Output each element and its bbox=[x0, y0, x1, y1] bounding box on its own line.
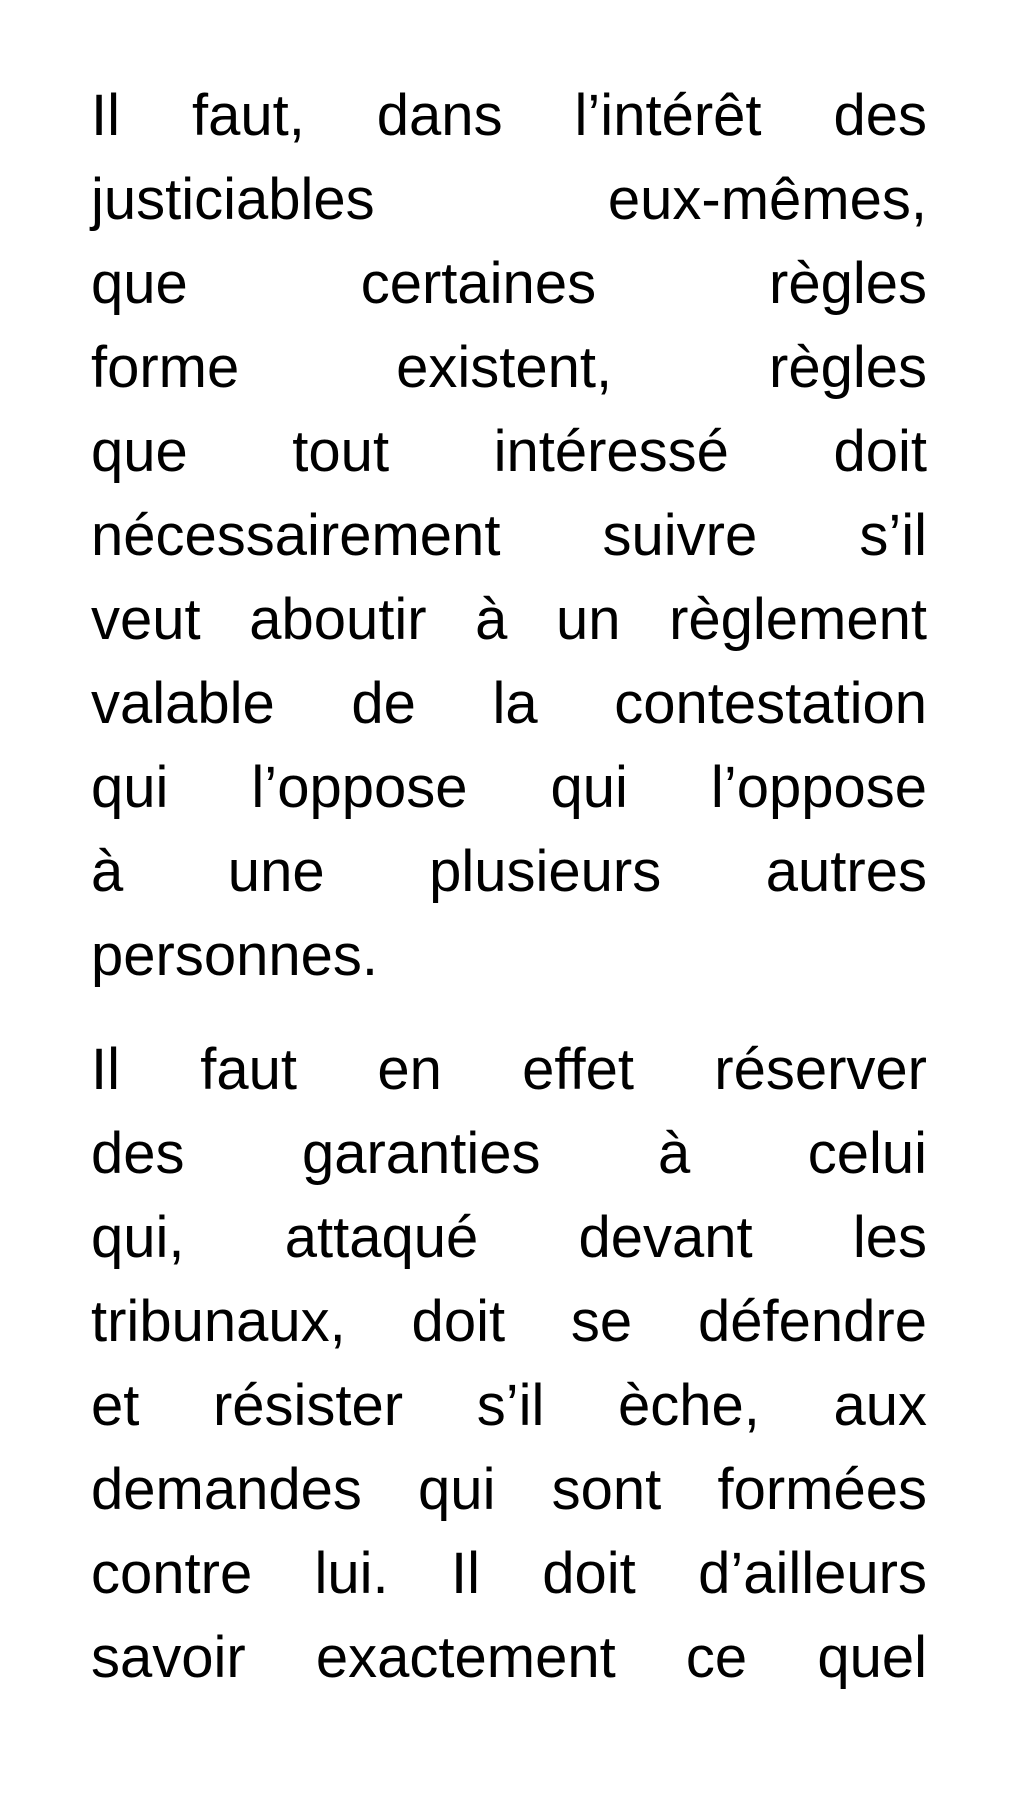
text-line: et résister s’il èche, aux bbox=[91, 1373, 927, 1438]
text-line: tribunaux, doit se défendre bbox=[91, 1289, 927, 1354]
paragraph-2: Il faut en effet réserver des garanties … bbox=[91, 1028, 927, 1700]
text-line: forme existent, règles bbox=[91, 335, 927, 400]
text-line: veut aboutir à un règlement bbox=[91, 587, 927, 652]
text-line: contre lui. Il doit d’ailleurs bbox=[91, 1541, 927, 1606]
text-line: nécessairement suivre s’il bbox=[91, 503, 927, 568]
text-line: à une plusieurs autres bbox=[91, 839, 927, 904]
text-line: valable de la contestation bbox=[91, 671, 927, 736]
text-line: personnes. bbox=[91, 923, 378, 988]
text-line: demandes qui sont formées bbox=[91, 1457, 927, 1522]
text-line: savoir exactement ce quel bbox=[91, 1625, 927, 1690]
text-line: des garanties à celui bbox=[91, 1121, 927, 1186]
text-line: que certaines règles bbox=[91, 251, 927, 316]
text-line: qui l’oppose qui l’oppose bbox=[91, 755, 927, 820]
paragraph-1: Il faut, dans l’intérêt des justiciables… bbox=[91, 74, 927, 998]
text-line: Il faut en effet réserver bbox=[91, 1037, 927, 1102]
text-line: que tout intéressé doit bbox=[91, 419, 927, 484]
document-body: Il faut, dans l’intérêt des justiciables… bbox=[91, 74, 927, 1730]
text-line: justiciables eux-mêmes, bbox=[91, 167, 927, 232]
text-line: Il faut, dans l’intérêt des bbox=[91, 83, 927, 148]
text-line: qui, attaqué devant les bbox=[91, 1205, 927, 1270]
